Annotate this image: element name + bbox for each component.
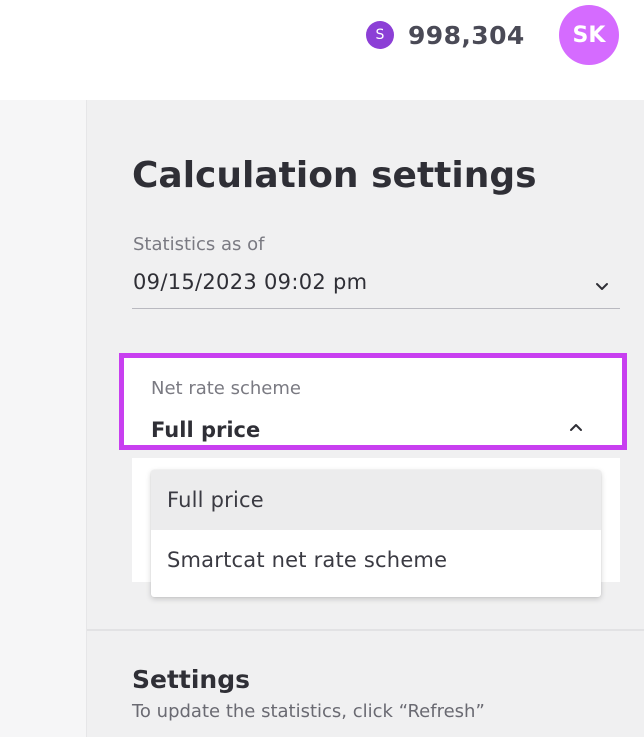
user-avatar[interactable]: SK bbox=[559, 5, 619, 65]
statistics-date-value: 09/15/2023 09:02 pm bbox=[133, 270, 368, 294]
statistics-date-select[interactable]: 09/15/2023 09:02 pm bbox=[132, 270, 620, 309]
calculation-settings-panel: Calculation settings Statistics as of 09… bbox=[87, 100, 644, 737]
page-title: Calculation settings bbox=[132, 155, 537, 196]
chevron-up-icon bbox=[570, 424, 582, 431]
balance-display[interactable]: S 998,304 bbox=[366, 20, 525, 50]
section-divider bbox=[87, 629, 644, 631]
left-sidebar bbox=[0, 100, 87, 737]
statistics-label: Statistics as of bbox=[133, 234, 265, 255]
option-smartcat-net-rate-scheme[interactable]: Smartcat net rate scheme bbox=[151, 530, 601, 590]
net-rate-scheme-label: Net rate scheme bbox=[151, 378, 301, 399]
net-rate-dropdown-menu: Full price Smartcat net rate scheme bbox=[151, 470, 601, 597]
balance-value: 998,304 bbox=[408, 20, 525, 50]
coin-icon: S bbox=[366, 21, 394, 49]
net-rate-scheme-select[interactable]: Net rate scheme Full price bbox=[119, 353, 627, 450]
option-full-price[interactable]: Full price bbox=[151, 470, 601, 530]
settings-heading: Settings bbox=[132, 665, 251, 694]
chevron-down-icon bbox=[596, 283, 608, 290]
top-bar: S 998,304 SK bbox=[0, 0, 644, 100]
settings-hint: To update the statistics, click “Refresh… bbox=[132, 701, 485, 722]
net-rate-scheme-value: Full price bbox=[151, 418, 261, 442]
